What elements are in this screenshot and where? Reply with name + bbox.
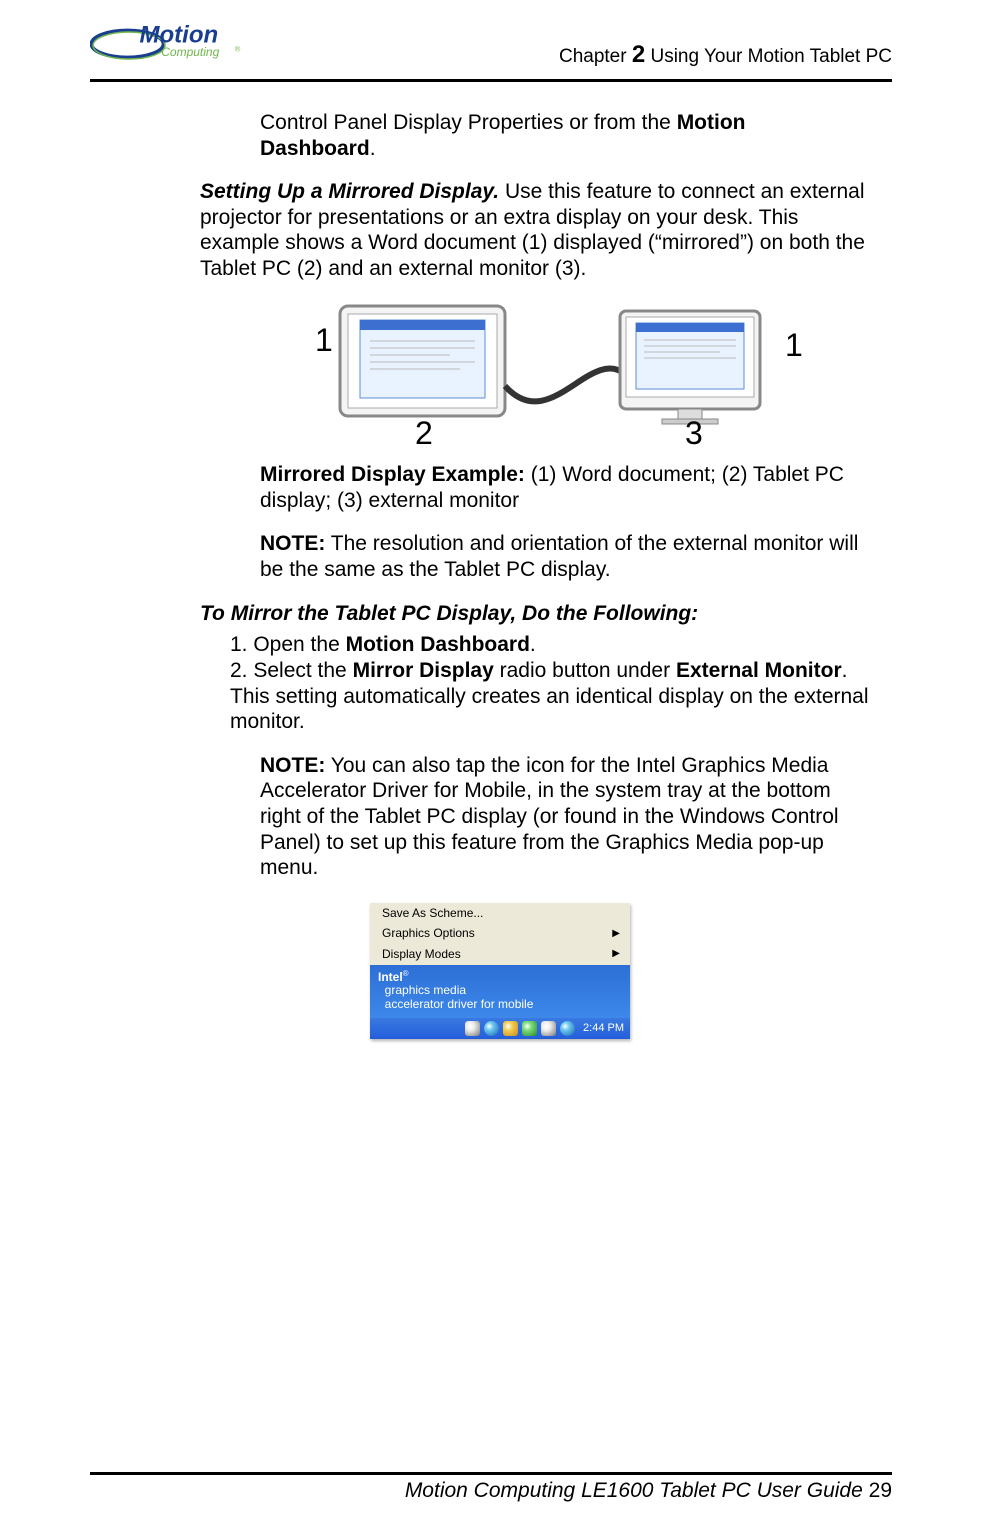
svg-text:3: 3 [685, 415, 703, 446]
header-rule [90, 79, 892, 82]
page-footer: Motion Computing LE1600 Tablet PC User G… [90, 1472, 892, 1503]
intel-banner: Intel® graphics media accelerator driver… [370, 965, 630, 1018]
step-2: 2. Select the Mirror Display radio butto… [230, 658, 882, 735]
svg-text:®: ® [235, 45, 241, 54]
figure-caption: Mirrored Display Example: (1) Word docum… [260, 462, 892, 513]
figure-mirrored-display: 1 2 [290, 296, 892, 453]
page-number: 29 [869, 1479, 892, 1502]
tray-icon [503, 1021, 518, 1036]
submenu-arrow-icon: ▶ [612, 948, 620, 960]
clock: 2:44 PM [583, 1022, 624, 1035]
tray-icon [484, 1021, 499, 1036]
step-1: 1. Open the Motion Dashboard. [230, 632, 882, 658]
body-content: Control Panel Display Properties or from… [200, 110, 892, 1039]
steps-heading: To Mirror the Tablet PC Display, Do the … [200, 601, 892, 627]
submenu-arrow-icon: ▶ [612, 928, 620, 940]
svg-text:2: 2 [415, 415, 433, 446]
tray-icon [522, 1021, 537, 1036]
note-resolution: NOTE: The resolution and orientation of … [260, 531, 892, 582]
menu-item-display-modes: Display Modes▶ [370, 944, 630, 965]
tray-icon [560, 1021, 575, 1036]
steps-list: 1. Open the Motion Dashboard. 2. Select … [230, 632, 892, 734]
svg-text:Computing: Computing [161, 45, 219, 59]
svg-text:1: 1 [315, 322, 333, 358]
brand-logo: Motion Computing ® [90, 20, 270, 73]
section-mirrored-display: Setting Up a Mirrored Display. Use this … [200, 179, 892, 281]
tray-icon [465, 1021, 480, 1036]
figure-context-menu: Save As Scheme... Graphics Options▶ Disp… [370, 903, 892, 1039]
footer-rule [90, 1472, 892, 1475]
svg-text:1: 1 [785, 327, 803, 363]
system-tray: 2:44 PM [370, 1018, 630, 1039]
tray-icon [541, 1021, 556, 1036]
menu-item-save-scheme: Save As Scheme... [370, 903, 630, 924]
note-intel-driver: NOTE: You can also tap the icon for the … [260, 753, 892, 881]
menu-item-graphics-options: Graphics Options▶ [370, 923, 630, 944]
chapter-heading: Chapter 2 Using Your Motion Tablet PC [559, 41, 892, 73]
intro-fragment: Control Panel Display Properties or from… [260, 110, 892, 161]
page-header: Motion Computing ® Chapter 2 Using Your … [90, 20, 892, 79]
